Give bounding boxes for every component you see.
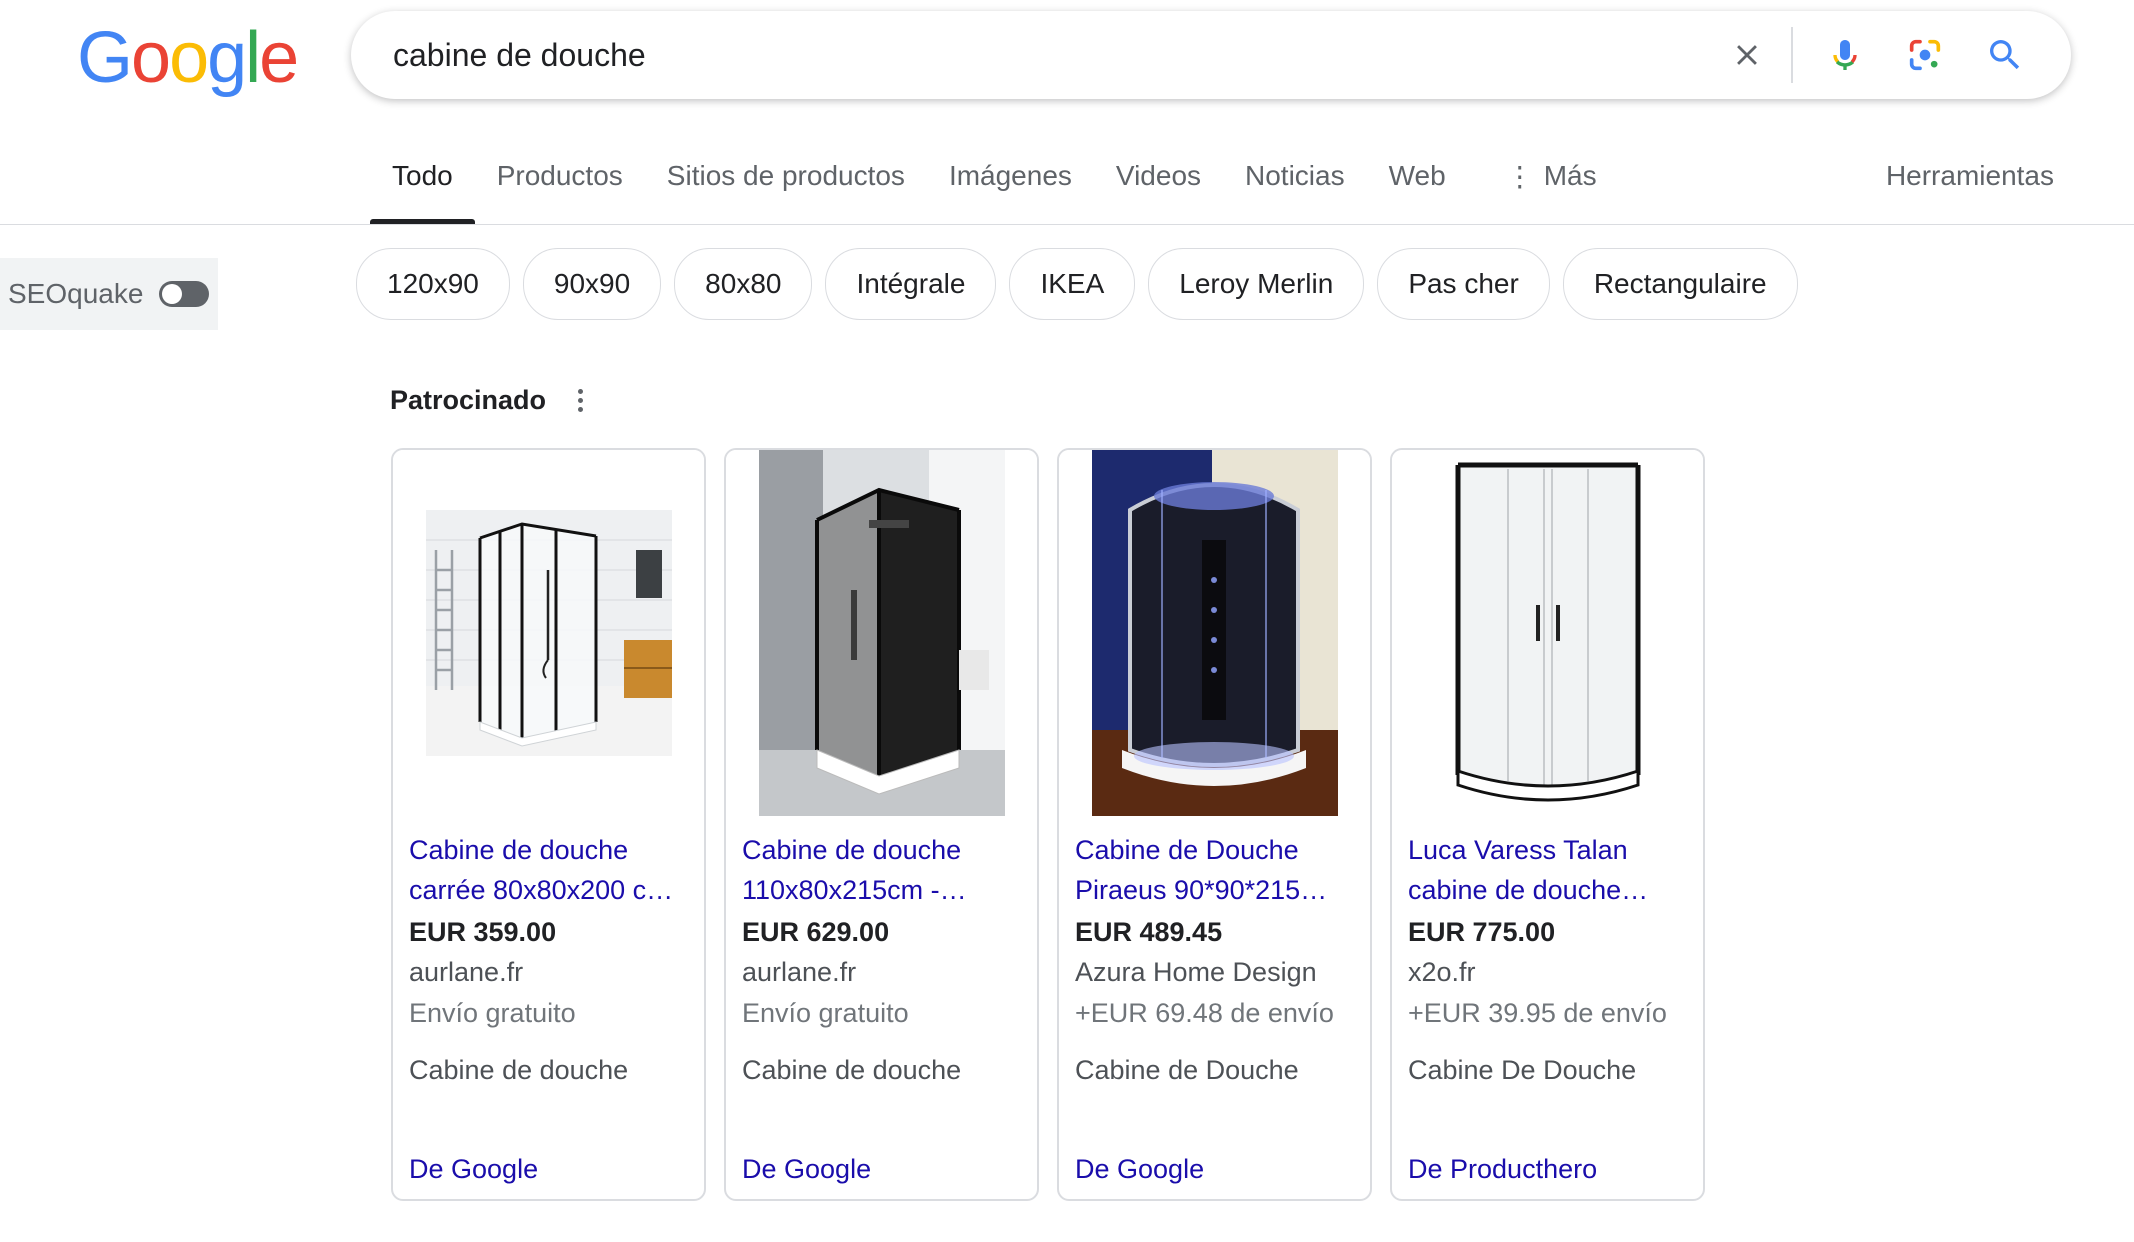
chip-pas-cher[interactable]: Pas cher xyxy=(1377,248,1550,320)
search-icon xyxy=(1990,40,2020,70)
search-tabs: Todo Productos Sitios de productos Imáge… xyxy=(370,160,1619,224)
search-box xyxy=(351,11,2071,99)
product-title[interactable]: Luca Varess Talan cabine de douche… xyxy=(1408,830,1687,910)
shower-cabin-image xyxy=(425,510,672,756)
chip-120x90[interactable]: 120x90 xyxy=(356,248,510,320)
product-store: x2o.fr xyxy=(1408,957,1476,987)
tab-label: Productos xyxy=(496,160,623,191)
product-source-link[interactable]: De Producthero xyxy=(1408,1154,1597,1185)
more-vert-icon: ⋮ xyxy=(1505,161,1534,192)
seoquake-toggle[interactable] xyxy=(159,281,210,307)
shower-cabin-image xyxy=(1447,455,1648,811)
product-store: Azura Home Design xyxy=(1075,957,1317,987)
product-title[interactable]: Cabine de douche 110x80x215cm -… xyxy=(742,830,1021,910)
tab-imagenes[interactable]: Imágenes xyxy=(927,160,1094,224)
product-title[interactable]: Cabine de Douche Piraeus 90*90*215… xyxy=(1075,830,1354,910)
tab-mas[interactable]: ⋮ Más xyxy=(1484,160,1619,224)
logo-letter: g xyxy=(207,18,247,98)
tab-label: Todo xyxy=(392,160,453,191)
chip-rectangulaire[interactable]: Rectangulaire xyxy=(1562,248,1798,320)
tab-label: Noticias xyxy=(1245,160,1345,191)
tab-noticias[interactable]: Noticias xyxy=(1223,160,1367,224)
seoquake-widget: SEOquake xyxy=(0,258,218,330)
logo-letter: o xyxy=(169,18,209,98)
search-input[interactable] xyxy=(391,24,1675,86)
tab-label: Imágenes xyxy=(948,160,1072,191)
product-shipping: +EUR 39.95 de envío xyxy=(1408,998,1667,1028)
product-shipping: Envío gratuito xyxy=(409,998,576,1028)
product-price: EUR 489.45 xyxy=(1075,917,1223,947)
tab-todo[interactable]: Todo xyxy=(370,160,475,224)
tab-web[interactable]: Web xyxy=(1367,160,1468,224)
sponsored-header: Patrocinado xyxy=(390,382,592,418)
shower-cabin-image xyxy=(758,450,1005,816)
more-options-icon[interactable] xyxy=(568,382,592,418)
product-shipping: Envío gratuito xyxy=(742,998,909,1028)
product-title-line: Cabine de douche xyxy=(742,835,962,865)
product-title-line: Piraeus 90*90*215… xyxy=(1075,875,1328,905)
chip-integrale[interactable]: Intégrale xyxy=(825,248,997,320)
logo-letter: o xyxy=(131,18,171,98)
product-source-link[interactable]: De Google xyxy=(742,1154,871,1185)
camera-lens-icon xyxy=(1909,39,1941,71)
tab-label: Web xyxy=(1388,160,1446,191)
tab-sitios-de-productos[interactable]: Sitios de productos xyxy=(645,160,927,224)
tools-button[interactable]: Herramientas xyxy=(1886,160,2054,192)
product-shipping: +EUR 69.48 de envío xyxy=(1075,998,1334,1028)
product-card[interactable]: Cabine de Douche Piraeus 90*90*215… EUR … xyxy=(1057,448,1372,1201)
search-actions xyxy=(1719,11,2033,99)
product-source-link[interactable]: De Google xyxy=(409,1154,538,1185)
product-title-line: Luca Varess Talan xyxy=(1408,835,1628,865)
seoquake-label: SEOquake xyxy=(8,278,144,309)
product-image xyxy=(393,450,704,816)
tab-label: Videos xyxy=(1115,160,1202,191)
clear-button[interactable] xyxy=(1719,27,1775,83)
product-carousel: Cabine de douche carrée 80x80x200 c… EUR… xyxy=(391,448,1705,1201)
chip-ikea[interactable]: IKEA xyxy=(1009,248,1136,320)
tabs-divider xyxy=(0,224,2134,225)
product-title-line: Cabine de douche xyxy=(409,835,629,865)
voice-search-button[interactable] xyxy=(1817,27,1873,83)
product-title-line: Cabine de Douche xyxy=(1075,835,1299,865)
chip-80x80[interactable]: 80x80 xyxy=(674,248,813,320)
product-card[interactable]: Cabine de douche carrée 80x80x200 c… EUR… xyxy=(391,448,706,1201)
product-price: EUR 775.00 xyxy=(1408,917,1556,947)
product-category: Cabine de douche xyxy=(742,1055,962,1085)
product-card[interactable]: Cabine de douche 110x80x215cm -… EUR 629… xyxy=(724,448,1039,1201)
logo-letter: l xyxy=(245,18,261,98)
close-icon xyxy=(1737,45,1757,65)
product-store: aurlane.fr xyxy=(409,957,524,987)
refinement-chips: 120x90 90x90 80x80 Intégrale IKEA Leroy … xyxy=(356,248,1798,320)
product-image xyxy=(1059,450,1370,816)
product-source-link[interactable]: De Google xyxy=(1075,1154,1204,1185)
product-title[interactable]: Cabine de douche carrée 80x80x200 c… xyxy=(409,830,688,910)
sponsored-title: Patrocinado xyxy=(390,384,547,415)
product-store: aurlane.fr xyxy=(742,957,857,987)
product-price: EUR 629.00 xyxy=(742,917,890,947)
tab-label: Más xyxy=(1543,160,1597,191)
lens-search-button[interactable] xyxy=(1897,27,1953,83)
product-title-line: cabine de douche… xyxy=(1408,875,1649,905)
product-title-line: carrée 80x80x200 c… xyxy=(409,875,674,905)
microphone-icon xyxy=(1833,40,1857,70)
tab-videos[interactable]: Videos xyxy=(1094,160,1223,224)
product-image xyxy=(726,450,1037,816)
search-divider xyxy=(1791,27,1793,83)
tab-label: Sitios de productos xyxy=(666,160,905,191)
product-title-line: 110x80x215cm -… xyxy=(742,875,967,905)
chip-leroy-merlin[interactable]: Leroy Merlin xyxy=(1148,248,1365,320)
tab-productos[interactable]: Productos xyxy=(475,160,645,224)
logo-letter: G xyxy=(77,18,133,98)
logo-letter: e xyxy=(259,18,299,98)
product-category: Cabine De Douche xyxy=(1408,1055,1637,1085)
product-category: Cabine de Douche xyxy=(1075,1055,1299,1085)
google-logo[interactable]: Google xyxy=(77,18,299,98)
product-image xyxy=(1392,450,1703,816)
search-button[interactable] xyxy=(1977,27,2033,83)
chip-90x90[interactable]: 90x90 xyxy=(522,248,662,320)
product-category: Cabine de douche xyxy=(409,1055,629,1085)
shower-cabin-image xyxy=(1091,450,1338,816)
product-card[interactable]: Luca Varess Talan cabine de douche… EUR … xyxy=(1390,448,1705,1201)
product-price: EUR 359.00 xyxy=(409,917,557,947)
